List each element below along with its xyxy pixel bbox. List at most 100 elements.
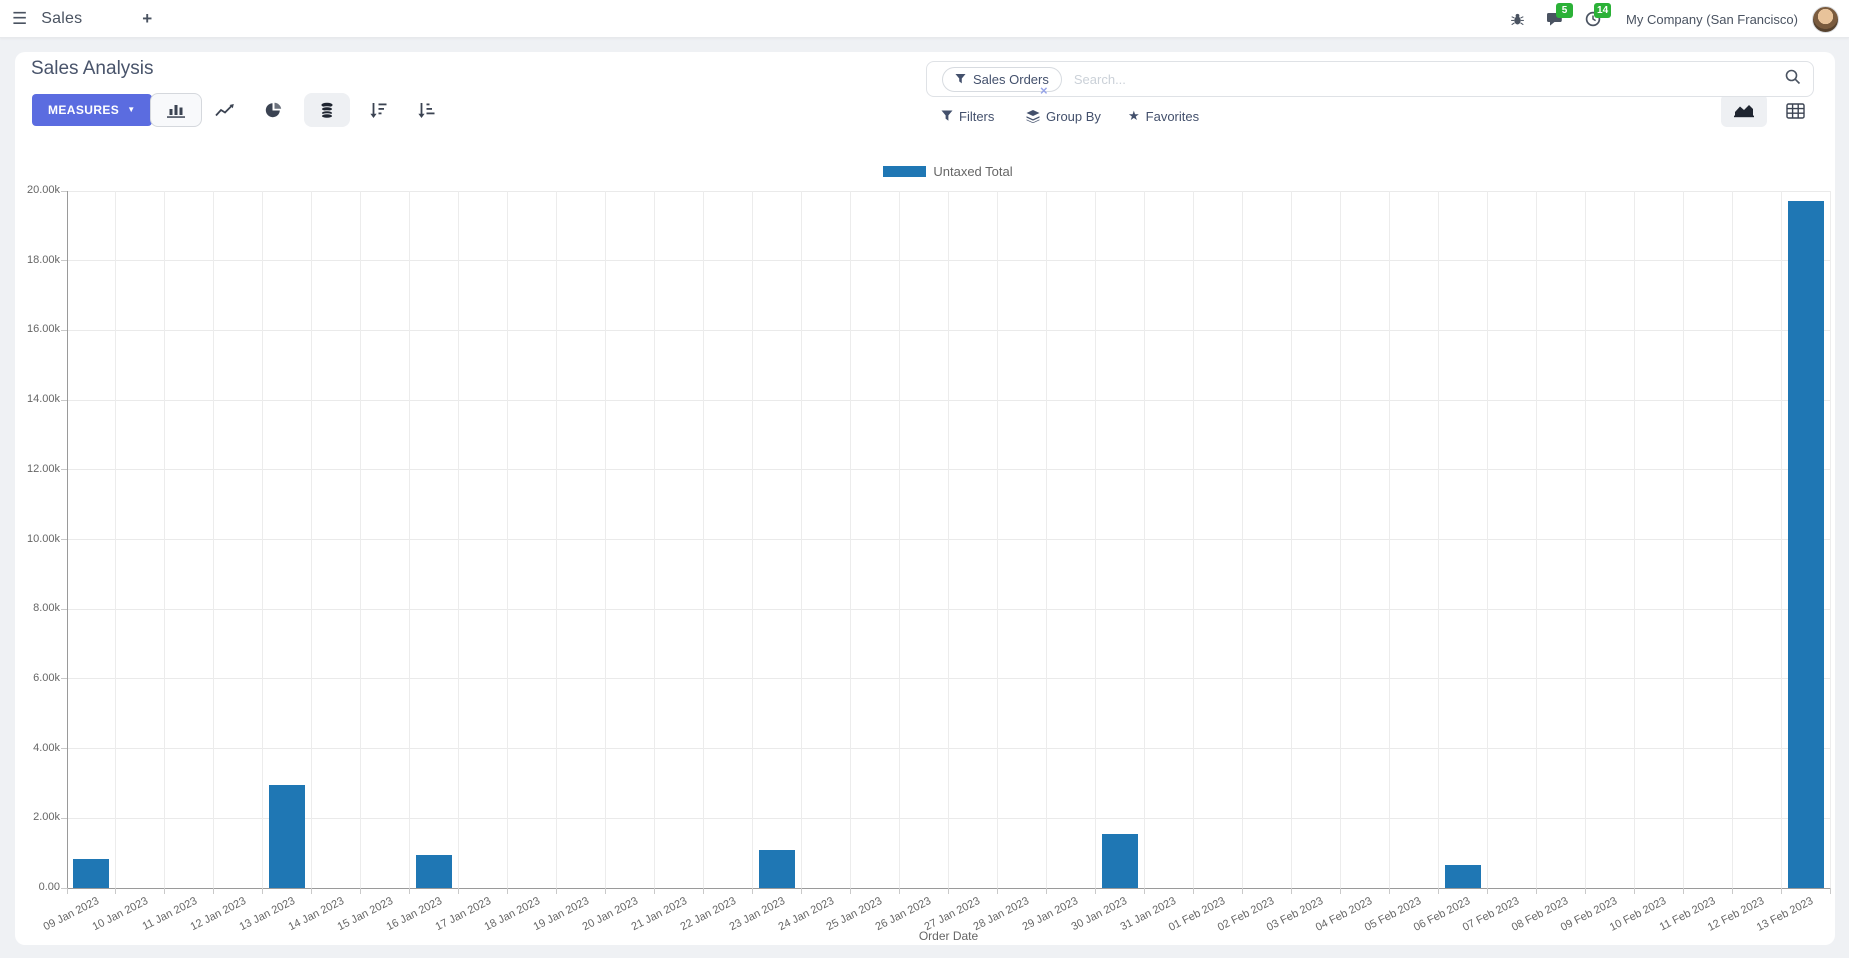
x-tick xyxy=(1241,888,1243,894)
x-tick-label: 21 Jan 2023 xyxy=(629,895,689,934)
search-icon[interactable] xyxy=(1785,69,1801,90)
x-tick xyxy=(1535,888,1537,894)
y-tick-label: 0.00 xyxy=(38,881,60,893)
x-tick xyxy=(262,888,264,894)
stacked-database-icon xyxy=(320,102,334,119)
x-tick xyxy=(1584,888,1586,894)
messages-icon[interactable]: 5 xyxy=(1540,3,1574,34)
filter-funnel-icon xyxy=(955,73,966,84)
x-tick xyxy=(801,888,803,894)
x-gridline xyxy=(850,191,852,888)
x-tick-label: 16 Jan 2023 xyxy=(384,895,444,934)
y-tick-label: 10.00k xyxy=(26,532,60,545)
hamburger-menu-icon[interactable]: ☰ xyxy=(12,9,27,29)
x-tick xyxy=(752,888,754,894)
area-chart-icon xyxy=(1734,105,1754,118)
stacked-toggle-button[interactable] xyxy=(304,93,350,127)
x-gridline xyxy=(1584,191,1586,888)
x-tick-label: 18 Jan 2023 xyxy=(482,895,542,934)
x-gridline xyxy=(311,191,313,888)
x-tick xyxy=(1192,888,1194,894)
y-tick-label: 16.00k xyxy=(26,323,60,336)
x-tick xyxy=(66,888,68,894)
bar[interactable] xyxy=(416,854,453,888)
x-gridline xyxy=(605,191,607,888)
x-tick-label: 09 Jan 2023 xyxy=(41,895,101,934)
bar[interactable] xyxy=(73,859,110,888)
remove-facet-icon[interactable]: × xyxy=(1040,83,1048,98)
x-tick-label: 23 Jan 2023 xyxy=(727,895,787,934)
x-tick xyxy=(213,888,215,894)
company-switcher[interactable]: My Company (San Francisco) xyxy=(1626,12,1798,27)
bar[interactable] xyxy=(1444,864,1481,888)
x-gridline xyxy=(801,191,803,888)
page-title: Sales Analysis xyxy=(31,58,154,79)
x-tick-label: 10 Jan 2023 xyxy=(90,895,150,934)
line-chart-icon xyxy=(215,103,234,116)
bar[interactable] xyxy=(269,785,306,888)
x-tick xyxy=(1486,888,1488,894)
sales-analysis-bar-chart: Untaxed Total 0.00 2.00k 4.00k 6.00k 8.00k 10… xyxy=(0,0,1849,958)
activities-clock-icon[interactable]: 14 xyxy=(1578,3,1612,34)
x-gridline xyxy=(1437,191,1439,888)
new-tab-plus-icon[interactable]: + xyxy=(142,9,152,29)
pie-chart-icon xyxy=(265,102,281,117)
x-gridline xyxy=(899,191,901,888)
x-gridline xyxy=(409,191,411,888)
search-bar[interactable]: Sales Orders Search... xyxy=(926,61,1814,97)
x-tick-label: 12 Jan 2023 xyxy=(188,895,248,934)
x-gridline xyxy=(996,191,998,888)
x-gridline xyxy=(1290,191,1292,888)
messages-count-badge: 5 xyxy=(1556,3,1574,18)
sort-descending-button[interactable] xyxy=(355,93,401,127)
x-gridline xyxy=(1535,191,1537,888)
x-gridline xyxy=(1780,191,1782,888)
bar-chart-icon xyxy=(166,105,185,118)
x-tick xyxy=(1290,888,1292,894)
bar[interactable] xyxy=(1101,833,1138,888)
line-chart-view-button[interactable] xyxy=(202,93,248,127)
x-gridline xyxy=(262,191,264,888)
user-avatar[interactable] xyxy=(1812,5,1839,33)
y-tick-label: 6.00k xyxy=(33,671,60,684)
x-tick xyxy=(1731,888,1733,894)
x-tick xyxy=(1780,888,1782,894)
x-gridline xyxy=(1731,191,1733,888)
bar[interactable] xyxy=(1787,200,1824,888)
app-menu-sales[interactable]: Sales xyxy=(41,10,82,28)
x-tick-label: 17 Jan 2023 xyxy=(433,895,493,934)
bar-chart-view-button[interactable] xyxy=(150,93,202,127)
x-gridline xyxy=(1241,191,1243,888)
x-gridline xyxy=(1192,191,1194,888)
bar[interactable] xyxy=(759,849,796,888)
favorites-menu[interactable]: ★ Favorites xyxy=(1128,105,1199,127)
pie-chart-view-button[interactable] xyxy=(250,93,296,127)
x-gridline xyxy=(1388,191,1390,888)
x-gridline xyxy=(507,191,509,888)
x-gridline xyxy=(703,191,705,888)
chevron-down-icon: ▼ xyxy=(127,105,136,114)
y-tick-label: 14.00k xyxy=(26,393,60,406)
y-tick-label: 2.00k xyxy=(33,811,60,824)
x-tick xyxy=(996,888,998,894)
x-tick xyxy=(1437,888,1439,894)
x-tick xyxy=(164,888,166,894)
sort-amount-asc-icon xyxy=(418,103,435,118)
y-tick-label: 18.00k xyxy=(26,253,60,266)
graph-view-switch-button[interactable] xyxy=(1721,94,1767,127)
x-gridline xyxy=(1094,191,1096,888)
y-axis-line xyxy=(66,191,68,888)
measures-button[interactable]: MEASURES ▼ xyxy=(32,94,152,126)
debug-bug-icon[interactable] xyxy=(1502,4,1532,34)
sort-ascending-button[interactable] xyxy=(403,93,449,127)
legend-untaxed-total[interactable]: Untaxed Total xyxy=(733,164,1163,179)
x-tick xyxy=(899,888,901,894)
search-input[interactable]: Search... xyxy=(1074,72,1785,87)
x-tick xyxy=(1143,888,1145,894)
pivot-view-switch-button[interactable] xyxy=(1772,94,1818,127)
activities-count-badge: 14 xyxy=(1594,3,1612,18)
group-by-menu[interactable]: Group By xyxy=(1026,105,1101,127)
filters-menu[interactable]: Filters xyxy=(941,105,994,127)
x-tick-label: 20 Jan 2023 xyxy=(580,895,640,934)
x-gridline xyxy=(1045,191,1047,888)
